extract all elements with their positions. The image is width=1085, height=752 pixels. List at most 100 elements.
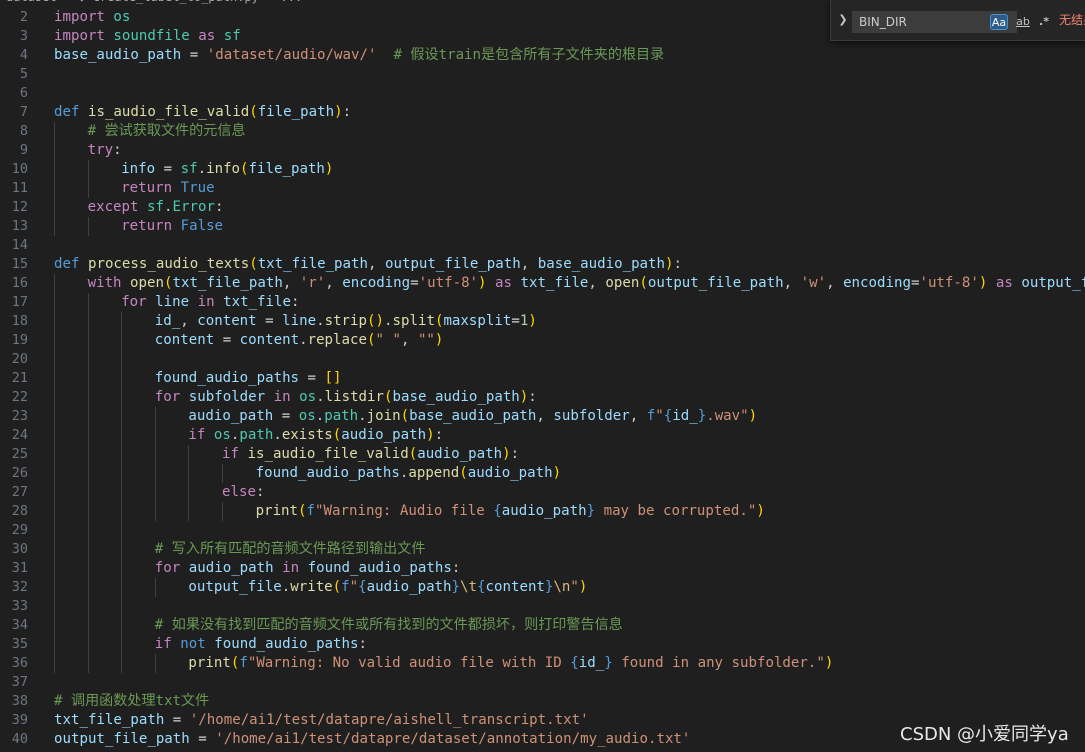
code-line[interactable]: 6 xyxy=(0,84,1085,103)
indent-guide xyxy=(54,540,55,559)
code-line[interactable]: 37 xyxy=(0,673,1085,692)
code-line[interactable]: 38 # 调用函数处理txt文件 xyxy=(0,692,1085,711)
line-number: 34 xyxy=(11,617,28,633)
code-token: : xyxy=(451,560,461,576)
code-line[interactable]: 17 for line in txt_file: xyxy=(0,293,1085,312)
code-token: f xyxy=(239,655,248,671)
indent-guide xyxy=(54,654,55,673)
indent-guide xyxy=(87,559,89,578)
code-token: " " xyxy=(375,332,401,348)
find-input[interactable] xyxy=(853,12,993,32)
code-line[interactable]: 8 # 尝试获取文件的元信息 xyxy=(0,122,1085,141)
code-token: id_ xyxy=(154,313,181,329)
code-text: try: xyxy=(88,141,122,160)
code-line[interactable]: 16 with open(txt_file_path, 'r', encoding… xyxy=(0,274,1085,293)
indent-guide xyxy=(54,445,55,464)
code-token: ) xyxy=(426,427,435,443)
code-token: ( xyxy=(459,465,468,481)
code-text: info = sf.info(file_path) xyxy=(121,160,333,179)
code-token: ) xyxy=(334,104,343,120)
code-line[interactable]: 29 xyxy=(0,521,1085,540)
regex-icon[interactable]: .* xyxy=(1035,14,1053,30)
code-token: info xyxy=(206,161,241,177)
indent-guide xyxy=(54,407,55,426)
code-line[interactable]: 22 for subfolder in os.listdir(base_audio… xyxy=(0,388,1085,407)
code-line[interactable]: 33 xyxy=(0,597,1085,616)
code-token: strip xyxy=(324,313,368,329)
line-number: 39 xyxy=(11,712,28,728)
code-line[interactable]: 15 def process_audio_texts(txt_file_path,… xyxy=(0,255,1085,274)
code-token: base_audio_path xyxy=(537,256,666,272)
code-line[interactable]: 24 if os.path.exists(audio_path): xyxy=(0,426,1085,445)
indent-guide xyxy=(54,179,55,198)
code-text: import os xyxy=(54,8,130,27)
line-number: 11 xyxy=(11,180,28,196)
code-line[interactable]: 21 found_audio_paths = [] xyxy=(0,369,1085,388)
code-line[interactable]: 31 for audio_path in found_audio_paths: xyxy=(0,559,1085,578)
code-text: return False xyxy=(121,217,223,236)
code-line[interactable]: 32 output_file.write(f"{audio_path}\t{con… xyxy=(0,578,1085,597)
code-editor[interactable]: 2 import os 3 import soundfile as sf 4 base_a… xyxy=(0,8,1085,752)
code-token: sf xyxy=(223,28,241,44)
code-line[interactable]: 27 else: xyxy=(0,483,1085,502)
code-line[interactable]: 28 print(f"Warning: Audio file {audio_pat… xyxy=(0,502,1085,521)
code-line[interactable]: 30 # 写入所有匹配的音频文件路径到输出文件 xyxy=(0,540,1085,559)
line-number: 22 xyxy=(11,389,28,405)
code-line[interactable]: 23 audio_path = os.path.join(base_audio_p… xyxy=(0,407,1085,426)
code-token: audio_path xyxy=(467,465,553,481)
code-token: listdir xyxy=(324,389,385,405)
code-token: Error xyxy=(172,199,215,215)
code-line[interactable]: 10 info = sf.info(file_path) xyxy=(0,160,1085,179)
code-token: audio_path xyxy=(366,579,452,595)
code-line[interactable]: 9 try: xyxy=(0,141,1085,160)
code-token: ( xyxy=(240,161,249,177)
code-text: def is_audio_file_valid(file_path): xyxy=(54,103,351,122)
code-token: path xyxy=(324,408,359,424)
code-line[interactable]: 25 if is_audio_file_valid(audio_path): xyxy=(0,445,1085,464)
code-text: if os.path.exists(audio_path): xyxy=(188,426,443,445)
code-token: ( xyxy=(408,446,418,462)
code-line[interactable]: 19 content = content.replace(" ", "") xyxy=(0,331,1085,350)
chevron-right-icon[interactable]: ❯ xyxy=(837,12,849,28)
code-token: ( xyxy=(249,256,258,272)
code-line[interactable]: 5 xyxy=(0,65,1085,84)
indent-guide xyxy=(87,217,89,236)
code-line[interactable]: 26 found_audio_paths.append(audio_path) xyxy=(0,464,1085,483)
code-token: as xyxy=(495,275,513,291)
code-token: [] xyxy=(324,370,342,386)
code-token: open xyxy=(130,275,164,291)
code-line[interactable]: 18 id_, content = line.strip().split(maxs… xyxy=(0,312,1085,331)
code-token: , xyxy=(282,275,300,291)
code-token: output_file xyxy=(188,579,282,595)
code-token: : xyxy=(290,294,300,310)
code-line[interactable]: 13 return False xyxy=(0,217,1085,236)
indent-guide xyxy=(54,274,55,293)
code-line[interactable]: 7 def is_audio_file_valid(file_path): xyxy=(0,103,1085,122)
code-line[interactable]: 14 xyxy=(0,236,1085,255)
code-token: process_audio_texts xyxy=(87,256,250,272)
code-line[interactable]: 12 except sf.Error: xyxy=(0,198,1085,217)
code-token: base_audio_path xyxy=(54,47,182,63)
line-number: 30 xyxy=(11,541,28,557)
code-token: audio_path xyxy=(188,560,274,576)
code-line[interactable]: 4 base_audio_path = 'dataset/audio/wav/' … xyxy=(0,46,1085,65)
whole-word-icon[interactable]: ab xyxy=(1014,14,1032,30)
indent-guide xyxy=(121,559,123,578)
code-line[interactable]: 34 # 如果没有找到匹配的音频文件或所有找到的文件都损坏，则打印警告信息 xyxy=(0,616,1085,635)
code-line[interactable]: 11 return True xyxy=(0,179,1085,198)
indent-guide xyxy=(54,350,55,369)
line-number: 12 xyxy=(11,199,28,215)
match-case-icon[interactable]: Aa xyxy=(990,14,1008,30)
code-line[interactable]: 20 xyxy=(0,350,1085,369)
code-token: = xyxy=(256,313,283,329)
indent-guide xyxy=(87,445,89,464)
code-token: os xyxy=(113,9,131,25)
code-token: 'utf-8' xyxy=(418,275,479,291)
code-line[interactable]: 35 if not found_audio_paths: xyxy=(0,635,1085,654)
indent-guide xyxy=(121,388,123,407)
code-line[interactable]: 36 print(f"Warning: No valid audio file w… xyxy=(0,654,1085,673)
